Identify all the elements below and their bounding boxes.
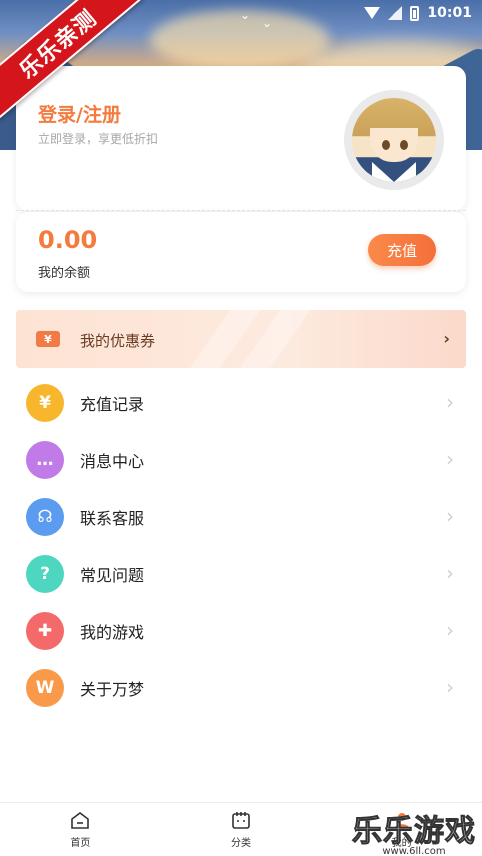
login-register-link[interactable]: 登录/注册 [38, 100, 121, 127]
menu-list: ¥ 充值记录 › … 消息中心 › ☊ 联系客服 › ? 常见问题 › ✚ 我的… [16, 374, 466, 716]
nav-category[interactable]: 分类 [161, 803, 322, 856]
menu-item-recharge-records[interactable]: ¥ 充值记录 › [16, 374, 466, 431]
chevron-right-icon: › [446, 675, 454, 699]
menu-item-customer-service[interactable]: ☊ 联系客服 › [16, 488, 466, 545]
wifi-icon [364, 7, 381, 19]
card-divider [16, 210, 466, 211]
chevron-right-icon: › [446, 390, 454, 414]
watermark-title: 乐乐游戏 [352, 814, 476, 850]
chevron-right-icon: › [446, 447, 454, 471]
avatar-eye [400, 140, 408, 150]
nav-home[interactable]: 首页 [0, 803, 161, 856]
question-icon: ? [26, 554, 64, 593]
menu-item-label: 消息中心 [80, 451, 145, 471]
menu-item-label: 充值记录 [80, 394, 145, 414]
balance-card: 0.00 我的余额 充值 [16, 212, 466, 292]
menu-item-message-center[interactable]: … 消息中心 › [16, 431, 466, 488]
menu-item-about[interactable]: W 关于万梦 › [16, 659, 466, 716]
bird-icon: ⌄ [240, 8, 251, 22]
recharge-button[interactable]: 充值 [368, 234, 436, 266]
money-bag-icon: ¥ [26, 383, 64, 422]
menu-item-my-games[interactable]: ✚ 我的游戏 › [16, 602, 466, 659]
avatar[interactable] [344, 90, 444, 190]
coupon-label: 我的优惠券 [80, 332, 156, 350]
signal-icon [388, 6, 403, 20]
status-time: 10:01 [427, 5, 472, 21]
chevron-right-icon: › [443, 329, 450, 348]
nav-label: 分类 [231, 837, 251, 849]
balance-amount: 0.00 [38, 226, 98, 254]
chevron-right-icon: › [446, 561, 454, 585]
category-icon [231, 811, 251, 829]
nav-label: 首页 [70, 837, 91, 849]
menu-item-label: 常见问题 [80, 565, 145, 585]
chevron-right-icon: › [446, 504, 454, 528]
avatar-eye [382, 140, 390, 150]
avatar-face [370, 128, 418, 162]
site-watermark: 乐乐游戏 www.6ll.com [352, 806, 476, 856]
message-icon: … [26, 440, 64, 479]
menu-item-label: 关于万梦 [80, 679, 145, 699]
profile-card[interactable]: 登录/注册 立即登录，享更低折扣 [16, 66, 466, 211]
status-bar: 10:01 [364, 0, 482, 26]
gamepad-icon: ✚ [26, 611, 64, 650]
brand-logo-icon: W [26, 668, 64, 707]
coupon-banner[interactable]: ¥ 我的优惠券 › [16, 310, 466, 368]
battery-icon [410, 5, 420, 21]
chevron-right-icon: › [446, 618, 454, 642]
ticket-icon: ¥ [36, 331, 60, 347]
headset-icon: ☊ [26, 497, 64, 536]
menu-item-label: 我的游戏 [80, 622, 145, 642]
menu-item-faq[interactable]: ? 常见问题 › [16, 545, 466, 602]
home-icon [70, 811, 90, 829]
menu-item-label: 联系客服 [80, 508, 145, 528]
login-subtitle: 立即登录，享更低折扣 [38, 132, 159, 146]
avatar-collar [372, 162, 416, 182]
balance-label: 我的余额 [38, 266, 91, 281]
bird-icon: ⌄ [262, 16, 273, 30]
avatar-image [352, 98, 436, 182]
